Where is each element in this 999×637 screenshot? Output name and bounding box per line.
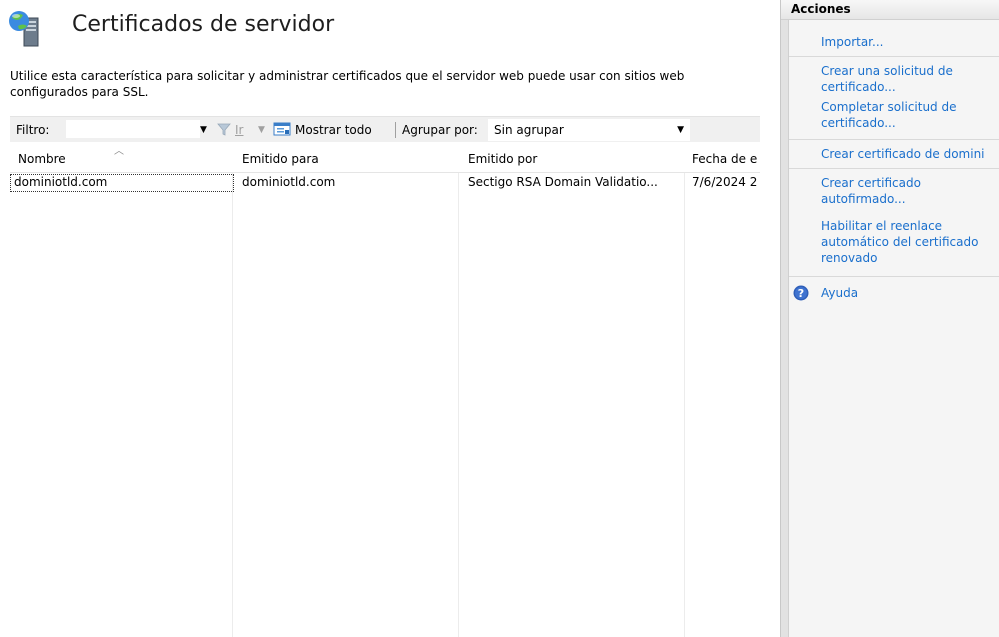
column-header-nombre[interactable]: Nombre: [18, 152, 66, 166]
cell-nombre: dominiotld.com: [14, 175, 108, 189]
help-icon[interactable]: ?: [793, 285, 809, 301]
table-row[interactable]: dominiotld.com dominiotld.com Sectigo RS…: [10, 174, 760, 192]
cell-fecha: 7/6/2024 2: [692, 175, 758, 189]
column-header-fecha[interactable]: Fecha de e: [692, 152, 757, 166]
filter-input[interactable]: [66, 120, 200, 138]
action-separator: [789, 56, 999, 57]
action-create-self-signed[interactable]: Crear certificado autofirmado...: [821, 175, 999, 207]
action-separator: [789, 276, 999, 277]
filter-toolbar: Filtro: ▼ Ir ▼ Mostrar todo Agrupar por:…: [10, 116, 760, 144]
action-create-domain-cert[interactable]: Crear certificado de domini: [821, 146, 999, 162]
server-certificate-icon: [9, 11, 39, 47]
cell-emitido-para: dominiotld.com: [242, 175, 336, 189]
actions-title: Acciones: [781, 0, 999, 20]
filter-label: Filtro:: [16, 123, 50, 137]
column-header-emitido-por[interactable]: Emitido por: [468, 152, 537, 166]
show-all-button[interactable]: Mostrar todo: [295, 117, 372, 143]
main-content: Certificados de servidor Utilice esta ca…: [0, 0, 778, 637]
actions-pane: Acciones Importar... Crear una solicitud…: [780, 0, 999, 637]
column-header-emitido-para[interactable]: Emitido para: [242, 152, 319, 166]
actions-pane-edge: [781, 20, 789, 637]
group-by-label: Agrupar por:: [402, 123, 478, 137]
column-divider: [232, 142, 233, 637]
column-divider: [458, 142, 459, 637]
go-button[interactable]: Ir: [235, 117, 243, 143]
action-help[interactable]: Ayuda: [821, 285, 999, 301]
page-description: Utilice esta característica para solicit…: [10, 69, 685, 99]
svg-text:?: ?: [798, 287, 804, 300]
action-create-request[interactable]: Crear una solicitud de certificado...: [821, 63, 999, 95]
show-all-icon: [273, 122, 291, 136]
action-complete-request[interactable]: Completar solicitud de certificado...: [821, 99, 999, 131]
action-separator: [789, 168, 999, 169]
cell-emitido-por: Sectigo RSA Domain Validatio...: [468, 175, 658, 189]
chevron-down-icon: ▼: [677, 125, 684, 135]
column-divider: [684, 142, 685, 637]
page-title: Certificados de servidor: [72, 12, 335, 37]
certificates-table: ︿ Nombre Emitido para Emitido por Fecha …: [10, 142, 760, 637]
filter-go-icon: [217, 123, 231, 136]
action-separator: [789, 139, 999, 140]
toolbar-separator: [395, 122, 396, 138]
filter-dropdown-icon[interactable]: ▼: [200, 117, 207, 143]
action-import[interactable]: Importar...: [821, 34, 999, 50]
go-dropdown-icon[interactable]: ▼: [258, 117, 265, 143]
table-header: ︿ Nombre Emitido para Emitido por Fecha …: [10, 142, 760, 173]
group-by-select[interactable]: Sin agrupar ▼: [488, 119, 690, 141]
action-enable-auto-rebind[interactable]: Habilitar el reenlace automático del cer…: [821, 218, 999, 266]
group-by-value: Sin agrupar: [494, 123, 564, 137]
sort-ascending-icon: ︿: [114, 146, 124, 157]
